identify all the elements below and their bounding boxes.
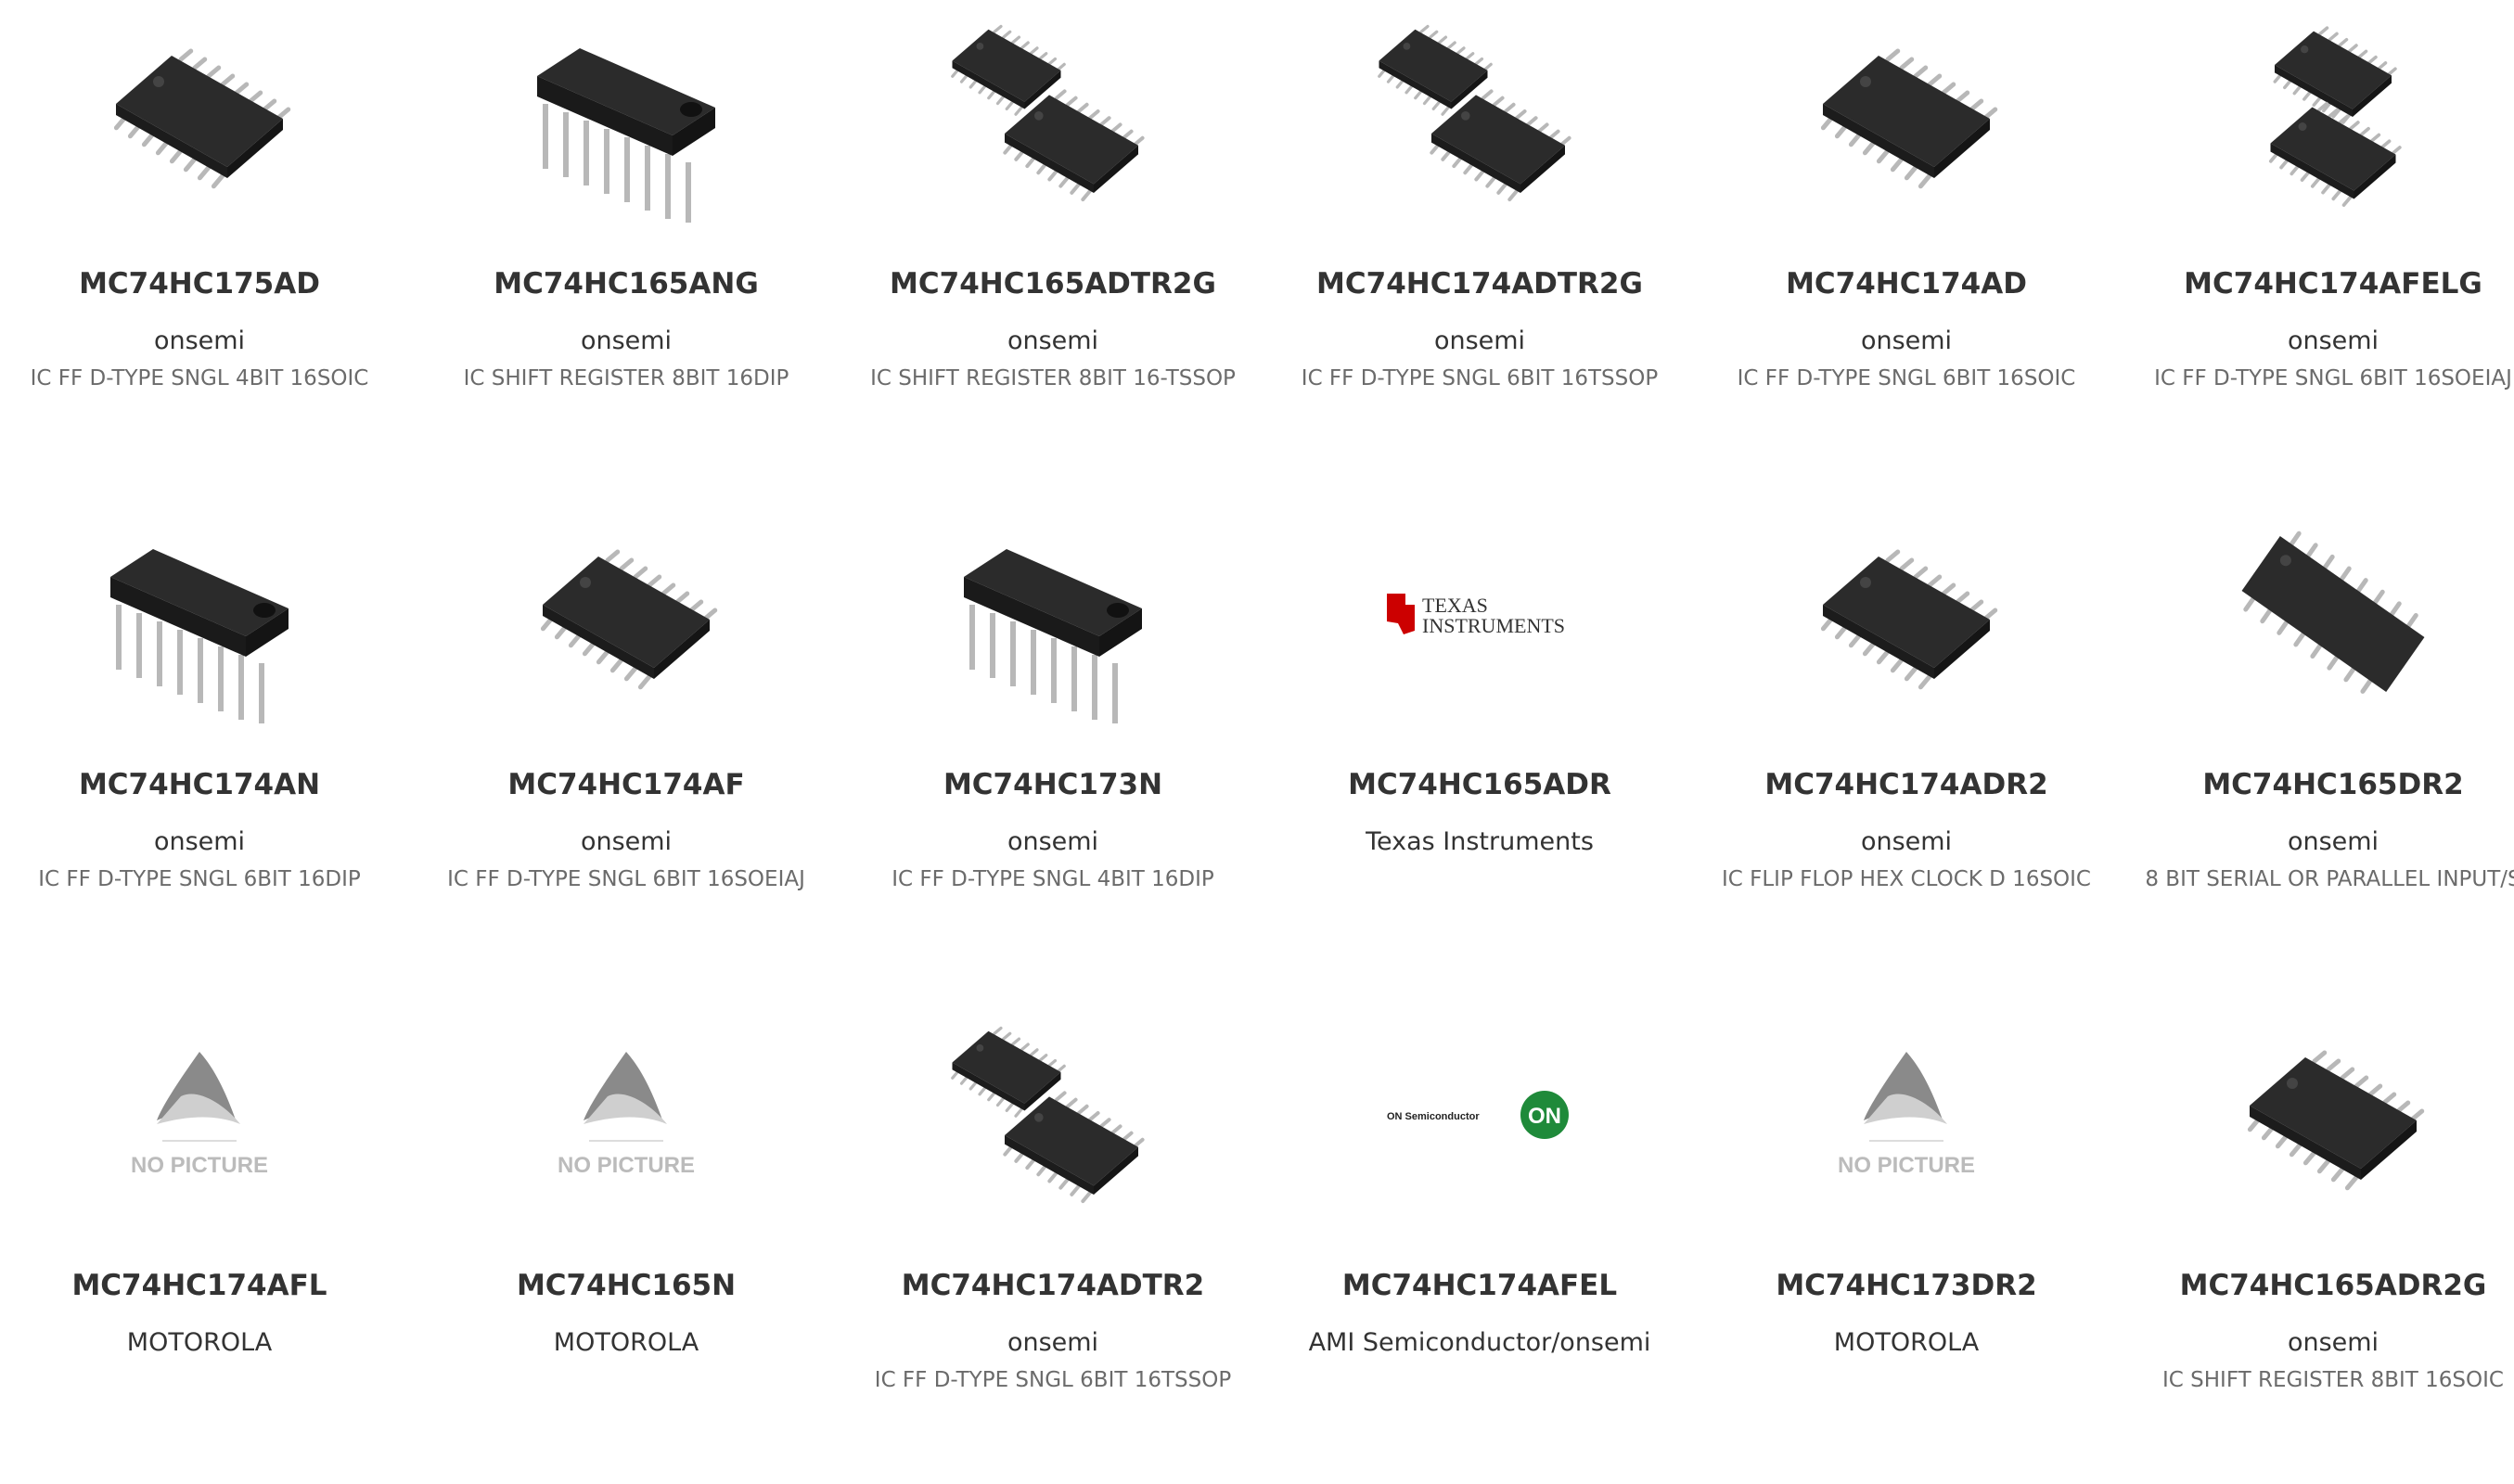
product-card[interactable]: MC74HC174ADTR2 onsemi IC FF D-TYPE SNGL 6B…	[840, 1002, 1266, 1484]
svg-text:NO PICTURE: NO PICTURE	[1838, 1153, 1975, 1178]
manufacturer-name: onsemi	[580, 326, 673, 355]
product-image[interactable]	[2120, 501, 2514, 723]
product-card[interactable]: MC74HC173N onsemi IC FF D-TYPE SNGL 4BIT 1…	[840, 501, 1266, 983]
product-card[interactable]: MC74HC165ANG onsemi IC SHIFT REGISTER 8BIT…	[413, 0, 840, 482]
product-image[interactable]	[1266, 0, 1693, 223]
part-number-link[interactable]: MC74HC174ADTR2	[802, 1269, 1303, 1302]
svg-text:ON: ON	[1528, 1104, 1561, 1129]
product-card[interactable]: TEXAS INSTRUMENTS MC74HC165ADR Texas Inst…	[1266, 501, 1693, 983]
product-card[interactable]: MC74HC174AF onsemi IC FF D-TYPE SNGL 6BIT …	[413, 501, 840, 983]
product-image[interactable]	[0, 0, 413, 223]
manufacturer-name: onsemi	[1007, 326, 1099, 355]
product-card[interactable]: NO PICTURE MC74HC173DR2 MOTOROLA	[1693, 1002, 2120, 1484]
manufacturer-name: onsemi	[1860, 827, 1953, 856]
svg-text:NO PICTURE: NO PICTURE	[558, 1153, 695, 1178]
product-description: IC FF D-TYPE SNGL 6BIT 16TSSOP	[874, 1368, 1232, 1392]
product-card[interactable]: MC74HC174AD onsemi IC FF D-TYPE SNGL 6BIT …	[1693, 0, 2120, 482]
product-card[interactable]: MC74HC174AFELG onsemi IC FF D-TYPE SNGL 6B…	[2120, 0, 2514, 482]
part-number-link[interactable]: MC74HC174AFELG	[2083, 267, 2514, 301]
product-description: IC SHIFT REGISTER 8BIT 16SOIC	[2162, 1368, 2504, 1392]
product-card[interactable]: MC74HC165ADR2G onsemi IC SHIFT REGISTER 8B…	[2120, 1002, 2514, 1484]
product-card[interactable]: MC74HC165DR2 onsemi 8 BIT SERIAL OR PARALL…	[2120, 501, 2514, 983]
manufacturer-name: onsemi	[2287, 827, 2379, 856]
product-image[interactable]	[840, 501, 1266, 723]
product-description: 8 BIT SERIAL OR PARALLEL INPUT/S	[2145, 867, 2514, 891]
part-number-link[interactable]: MC74HC165ANG	[376, 267, 877, 301]
product-card[interactable]: NO PICTURE MC74HC165N MOTOROLA	[413, 1002, 840, 1484]
svg-text:ON Semiconductor: ON Semiconductor	[1387, 1111, 1480, 1122]
product-card[interactable]: MC74HC174AN onsemi IC FF D-TYPE SNGL 6BIT …	[0, 501, 413, 983]
manufacturer-name: onsemi	[2287, 326, 2379, 355]
manufacturer-name: MOTOROLA	[1833, 1328, 1980, 1357]
part-number-link[interactable]: MC74HC174ADTR2G	[1229, 267, 1730, 301]
product-description: IC FF D-TYPE SNGL 6BIT 16SOEIAJ	[2154, 366, 2512, 390]
product-description: IC FF D-TYPE SNGL 4BIT 16DIP	[891, 867, 1214, 891]
manufacturer-name: onsemi	[2287, 1328, 2379, 1357]
part-number-link[interactable]: MC74HC174AD	[1656, 267, 2157, 301]
product-image[interactable]: NO PICTURE	[0, 1002, 413, 1224]
product-image[interactable]: NO PICTURE	[1693, 1002, 2120, 1224]
product-image[interactable]	[1693, 501, 2120, 723]
product-image[interactable]	[840, 0, 1266, 223]
product-card[interactable]: MC74HC174ADTR2G onsemi IC FF D-TYPE SNGL 6…	[1266, 0, 1693, 482]
manufacturer-name: AMI Semiconductor/onsemi	[1308, 1328, 1651, 1357]
product-card[interactable]: ON Semiconductor ON MC74HC174AFEL AMI Sem…	[1266, 1002, 1693, 1484]
product-grid: MC74HC175AD onsemi IC FF D-TYPE SNGL 4BIT …	[0, 0, 2514, 1392]
product-image[interactable]: NO PICTURE	[413, 1002, 840, 1224]
manufacturer-name: onsemi	[580, 827, 673, 856]
manufacturer-name: Texas Instruments	[1366, 827, 1594, 856]
part-number-link[interactable]: MC74HC173DR2	[1656, 1269, 2157, 1302]
product-card[interactable]: MC74HC165ADTR2G onsemi IC SHIFT REGISTER 8…	[840, 0, 1266, 482]
product-card[interactable]: MC74HC174ADR2 onsemi IC FLIP FLOP HEX CLOC…	[1693, 501, 2120, 983]
product-image[interactable]: TEXAS INSTRUMENTS	[1266, 501, 1693, 723]
product-image[interactable]	[0, 501, 413, 723]
product-image[interactable]	[2120, 0, 2514, 223]
part-number-link[interactable]: MC74HC174ADR2	[1656, 768, 2157, 801]
part-number-link[interactable]: MC74HC174AFEL	[1229, 1269, 1730, 1302]
manufacturer-name: onsemi	[1007, 827, 1099, 856]
part-number-link[interactable]: MC74HC165ADR2G	[2083, 1269, 2514, 1302]
product-image[interactable]	[413, 0, 840, 223]
product-image[interactable]	[840, 1002, 1266, 1224]
manufacturer-name: onsemi	[1007, 1328, 1099, 1357]
part-number-link[interactable]: MC74HC173N	[802, 768, 1303, 801]
product-card[interactable]: NO PICTURE MC74HC174AFL MOTOROLA	[0, 1002, 413, 1484]
manufacturer-name: onsemi	[1433, 326, 1526, 355]
part-number-link[interactable]: MC74HC165N	[376, 1269, 877, 1302]
part-number-link[interactable]: MC74HC165DR2	[2083, 768, 2514, 801]
product-image[interactable]	[413, 501, 840, 723]
svg-text:INSTRUMENTS: INSTRUMENTS	[1422, 614, 1565, 637]
product-card[interactable]: MC74HC175AD onsemi IC FF D-TYPE SNGL 4BIT …	[0, 0, 413, 482]
part-number-link[interactable]: MC74HC165ADR	[1229, 768, 1730, 801]
manufacturer-name: onsemi	[1860, 326, 1953, 355]
product-image[interactable]	[2120, 1002, 2514, 1224]
product-image[interactable]	[1693, 0, 2120, 223]
product-image[interactable]: ON Semiconductor ON	[1266, 1002, 1693, 1224]
manufacturer-name: MOTOROLA	[553, 1328, 699, 1357]
svg-text:NO PICTURE: NO PICTURE	[131, 1153, 268, 1178]
part-number-link[interactable]: MC74HC174AF	[376, 768, 877, 801]
part-number-link[interactable]: MC74HC165ADTR2G	[802, 267, 1303, 301]
